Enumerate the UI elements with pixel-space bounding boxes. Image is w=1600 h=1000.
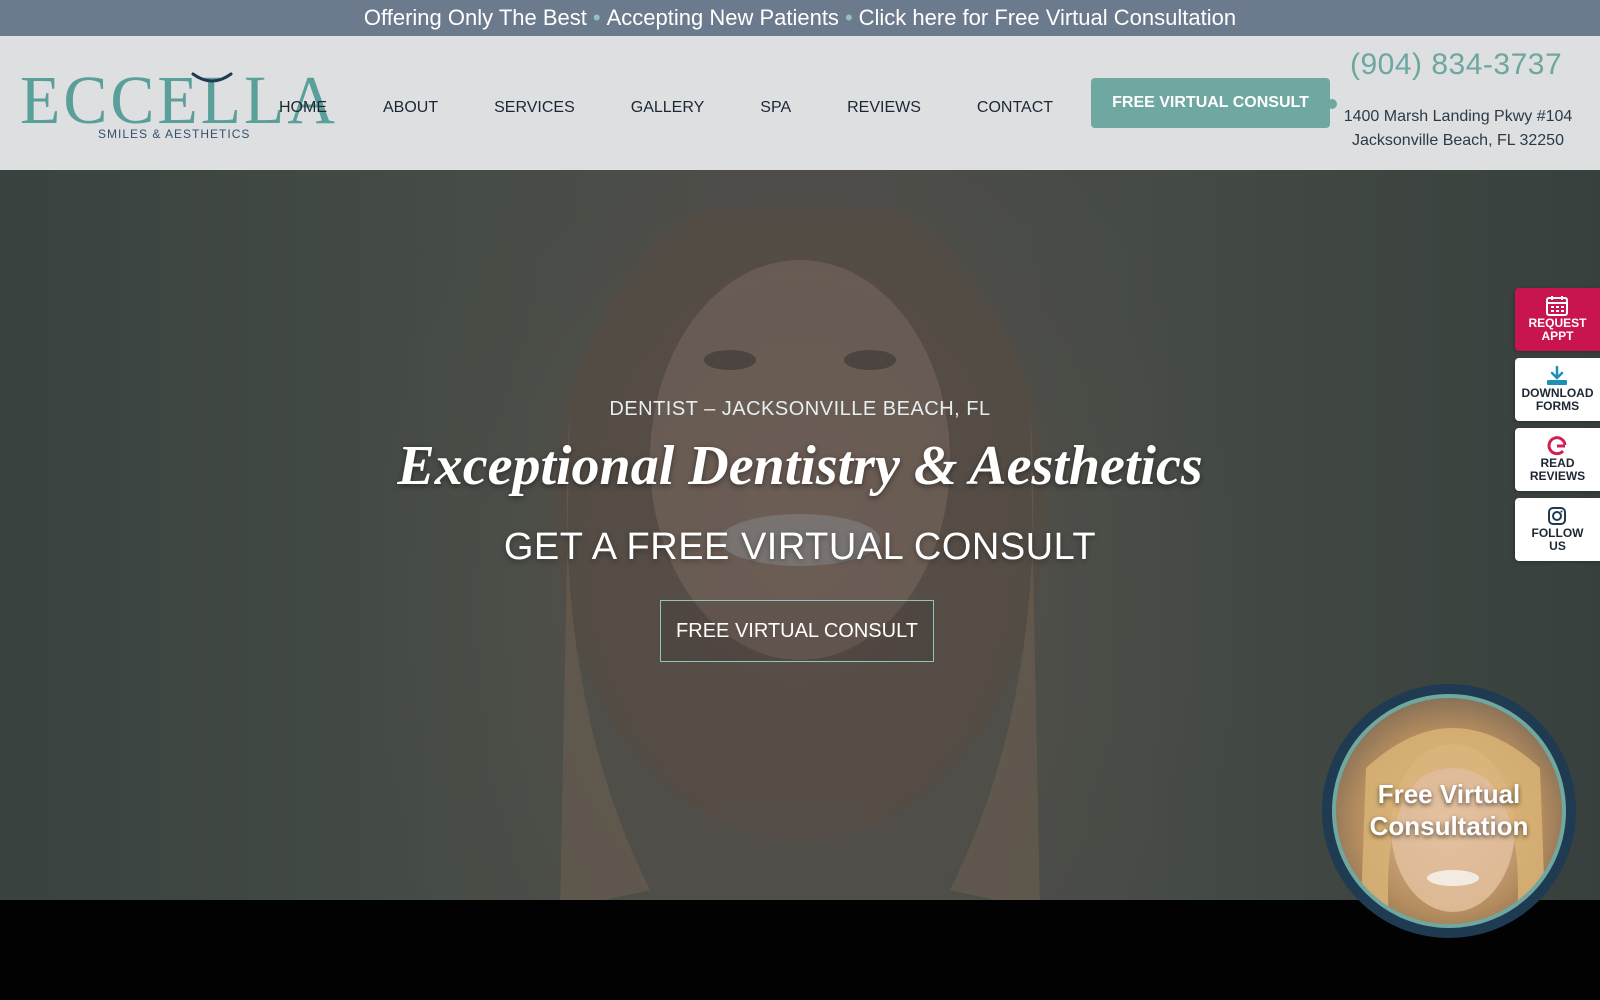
google-icon xyxy=(1547,436,1567,456)
download-forms-button[interactable]: DOWNLOAD FORMS xyxy=(1515,358,1600,421)
hero-title: Exceptional Dentistry & Aesthetics xyxy=(397,435,1203,497)
side-quick-links: REQUEST APPT DOWNLOAD FORMS READ REVIEWS… xyxy=(1515,288,1600,568)
nav-gallery[interactable]: GALLERY xyxy=(631,93,705,123)
nav-services[interactable]: SERVICES xyxy=(494,93,575,123)
read-reviews-button[interactable]: READ REVIEWS xyxy=(1515,428,1600,491)
nav-contact[interactable]: CONTACT xyxy=(977,93,1053,123)
separator-dot: • xyxy=(592,5,601,30)
logo-tagline: SMILES & AESTHETICS xyxy=(98,127,251,141)
hero-subtitle: GET A FREE VIRTUAL CONSULT xyxy=(503,526,1097,568)
phone-link[interactable]: (904) 834-3737 xyxy=(1350,48,1562,82)
follow-us-button[interactable]: FOLLOW US xyxy=(1515,498,1600,561)
eccella-logo[interactable]: ECCELLA SMILES & AESTHETICS xyxy=(20,66,335,141)
calendar-icon xyxy=(1546,296,1568,316)
nav-spa[interactable]: SPA xyxy=(760,93,791,123)
hero-consult-button[interactable]: FREE VIRTUAL CONSULT xyxy=(660,600,934,662)
hero-eyebrow: DENTIST – JACKSONVILLE BEACH, FL xyxy=(609,398,991,420)
office-address[interactable]: 1400 Marsh Landing Pkwy #104 Jacksonvill… xyxy=(1333,105,1583,153)
download-icon xyxy=(1547,365,1567,385)
bubble-portrait: Free Virtual Consultation xyxy=(1332,694,1566,928)
nav-home[interactable]: HOME xyxy=(279,93,327,123)
instagram-icon xyxy=(1548,507,1566,525)
announcement-consult-link[interactable]: Click here for Free Virtual Consultation xyxy=(859,5,1236,30)
site-header: ECCELLA SMILES & AESTHETICS HOME ABOUT S… xyxy=(0,36,1600,170)
request-appt-line2: APPT xyxy=(1541,329,1574,343)
virtual-consult-bubble[interactable]: Free Virtual Consultation xyxy=(1322,684,1576,938)
announcement-new-patients: Accepting New Patients xyxy=(606,5,839,30)
separator-dot: • xyxy=(844,5,853,30)
header-consult-button[interactable]: FREE VIRTUAL CONSULT xyxy=(1091,78,1330,128)
download-forms-line2: FORMS xyxy=(1535,399,1580,413)
follow-us-line2: US xyxy=(1549,539,1566,553)
nav-reviews[interactable]: REVIEWS xyxy=(847,93,921,123)
address-line-2: Jacksonville Beach, FL 32250 xyxy=(1352,132,1564,149)
smile-icon xyxy=(191,72,233,83)
bubble-line-1: Free Virtual xyxy=(1377,779,1521,809)
main-nav: HOME ABOUT SERVICES GALLERY SPA REVIEWS … xyxy=(279,93,1053,123)
address-line-1: 1400 Marsh Landing Pkwy #104 xyxy=(1343,108,1573,125)
announcement-bar[interactable]: Offering Only The Best • Accepting New Pat… xyxy=(0,0,1600,36)
bubble-label: Free Virtual Consultation xyxy=(1336,778,1562,842)
read-reviews-line2: REVIEWS xyxy=(1529,469,1586,483)
announcement-best: Offering Only The Best xyxy=(363,5,587,30)
nav-about[interactable]: ABOUT xyxy=(383,93,438,123)
bubble-line-2: Consultation xyxy=(1369,811,1529,841)
request-appointment-button[interactable]: REQUEST APPT xyxy=(1515,288,1600,351)
